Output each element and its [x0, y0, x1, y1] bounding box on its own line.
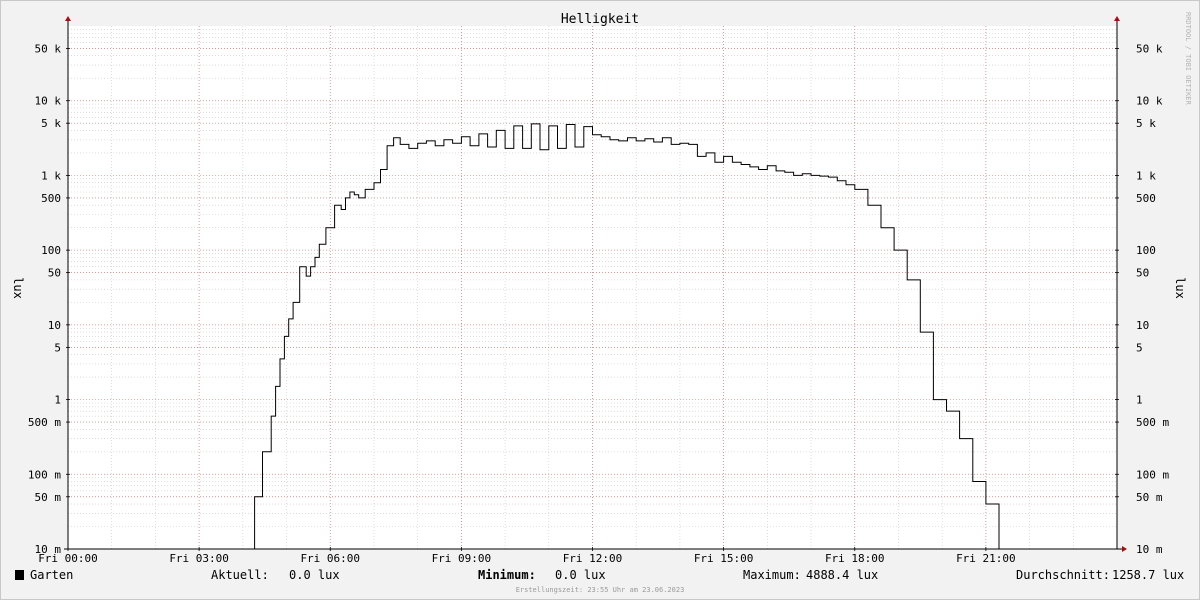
y-tick-label: 1 [54, 394, 61, 407]
y-tick-label: 50 m [1136, 491, 1163, 504]
legend-minimum-label: Minimum: [478, 568, 536, 582]
y-tick-label: 500 m [28, 416, 61, 429]
y-tick-label: 50 k [1136, 42, 1163, 55]
x-axis-arrow [1122, 546, 1127, 552]
x-tick-label: Fri 06:00 [300, 552, 360, 565]
y-tick-label: 5 k [41, 117, 61, 130]
y-tick-label: 10 k [1136, 95, 1163, 108]
legend-current-value: 0.0 lux [289, 568, 340, 582]
legend-average-label: Durchschnitt: [1016, 568, 1110, 582]
y-tick-label: 10 k [35, 95, 62, 108]
y-axis-label-right: lux [1173, 277, 1187, 299]
y-tick-label: 100 [41, 244, 61, 257]
y-tick-label: 500 m [1136, 416, 1169, 429]
legend-current-label: Aktuell: [211, 568, 269, 582]
y-tick-label: 100 [1136, 244, 1156, 257]
y-tick-label: 100 m [28, 468, 61, 481]
legend-swatch [15, 570, 24, 580]
y-tick-label: 1 k [1136, 169, 1156, 182]
legend-maximum-value: 4888.4 lux [806, 568, 878, 582]
x-tick-label: Fri 03:00 [169, 552, 229, 565]
y-tick-label: 100 m [1136, 468, 1169, 481]
y-tick-labels-right: 50 k 10 k 5 k 1 k 500 100 50 10 5 1 500 m 100 m 50 m… [1115, 42, 1169, 556]
legend-maximum-label: Maximum: [743, 568, 801, 582]
y-tick-label: 10 m [1136, 543, 1163, 556]
x-tick-label: Fri 21:00 [956, 552, 1016, 565]
y-axis-arrow-right [1114, 16, 1120, 21]
y-axis-label-left: lux [11, 277, 25, 299]
footer-timestamp: Erstellungszeit: 23:55 Uhr am 23.06.2023 [516, 586, 685, 594]
y-tick-label: 1 k [41, 169, 61, 182]
y-tick-label: 500 [1136, 192, 1156, 205]
watermark: RRDTOOL / TOBI OETIKER [1184, 12, 1192, 106]
y-tick-label: 5 [1136, 341, 1143, 354]
y-tick-labels-left: 50 k 10 k 5 k 1 k 500 100 50 10 5 1 500 m 100 m 50 m… [28, 42, 70, 556]
x-tick-label: Fri 15:00 [694, 552, 754, 565]
y-tick-label: 50 [48, 267, 61, 280]
y-tick-label: 5 [54, 341, 61, 354]
y-tick-label: 50 [1136, 267, 1149, 280]
y-tick-label: 1 [1136, 394, 1143, 407]
x-tick-label: Fri 00:00 [38, 552, 98, 565]
x-tick-label: Fri 12:00 [563, 552, 623, 565]
y-axis-arrow-left [65, 16, 71, 21]
legend-minimum-value: 0.0 lux [555, 568, 606, 582]
legend-series-name: Garten [30, 568, 73, 582]
y-tick-label: 5 k [1136, 117, 1156, 130]
x-tick-label: Fri 18:00 [825, 552, 885, 565]
y-tick-label: 10 [48, 319, 61, 332]
x-tick-labels: Fri 00:00 Fri 03:00 Fri 06:00 Fri 09:00 Fri … [38, 547, 1016, 565]
y-tick-label: 500 [41, 192, 61, 205]
x-tick-label: Fri 09:00 [432, 552, 492, 565]
y-tick-label: 50 k [35, 42, 62, 55]
legend-average-value: 1258.7 lux [1112, 568, 1184, 582]
y-tick-label: 10 [1136, 319, 1149, 332]
chart-title: Helligkeit [561, 12, 639, 27]
y-tick-label: 50 m [35, 491, 62, 504]
chart: Helligkeit RRDTOOL / TOBI OETIKER lux lu… [11, 12, 1192, 594]
